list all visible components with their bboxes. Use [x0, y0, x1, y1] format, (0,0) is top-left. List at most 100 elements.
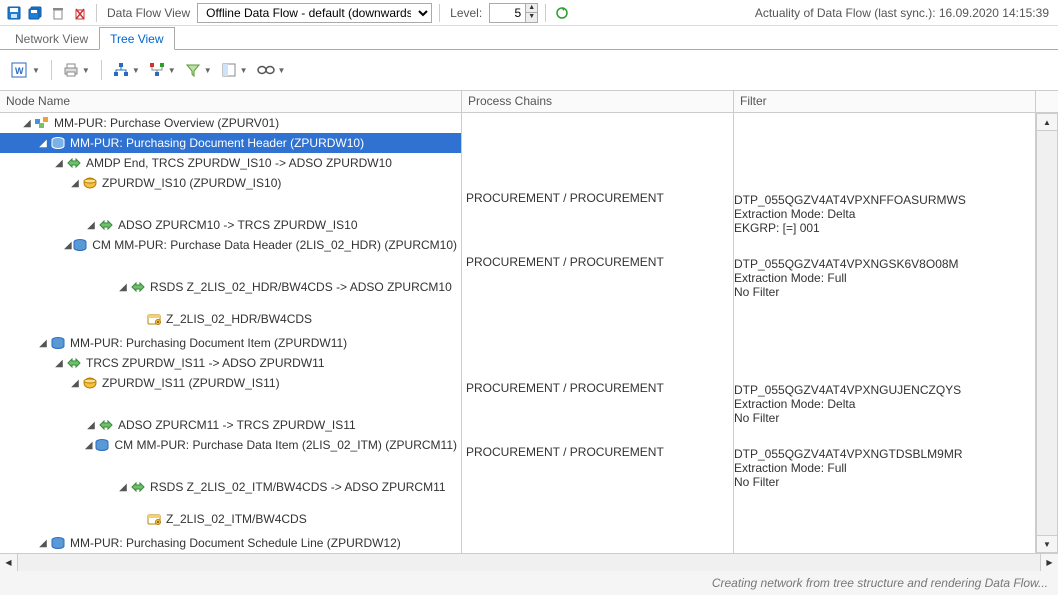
tree-row-label: AMDP End, TRCS ZPURDW_IS10 -> ADSO ZPURD… — [86, 156, 392, 170]
view-select[interactable]: Offline Data Flow - default (downwards) — [197, 3, 432, 23]
filter-cell-line: Extraction Mode: Full — [734, 271, 1035, 285]
refresh-icon[interactable] — [553, 4, 571, 22]
tree-row-label: Z_2LIS_02_ITM/BW4CDS — [166, 512, 307, 526]
tree-row-label: MM-PUR: Purchasing Document Item (ZPURDW… — [70, 336, 347, 350]
vertical-scrollbar[interactable]: ▲ ▼ — [1036, 113, 1058, 553]
column-header-node[interactable]: Node Name — [0, 91, 462, 112]
process-chain-cell: PROCUREMENT / PROCUREMENT — [462, 445, 733, 465]
link-button[interactable]: ▼ — [254, 62, 289, 78]
expander-none — [132, 312, 146, 326]
filter-cell: DTP_055QGZV4AT4VPXNGSK6V8O08MExtraction … — [734, 255, 1035, 299]
infoprov-icon — [34, 115, 50, 131]
filter-cell-line: No Filter — [734, 475, 1035, 489]
tree-row-label: ADSO ZPURCM11 -> TRCS ZPURDW_IS11 — [118, 418, 356, 432]
tree-row-label: RSDS Z_2LIS_02_HDR/BW4CDS -> ADSO ZPURCM… — [150, 280, 452, 294]
expander-open-icon[interactable]: ◢ — [68, 176, 82, 190]
level-input[interactable] — [490, 6, 525, 20]
word-export-button[interactable]: W ▼ — [8, 60, 43, 80]
expander-open-icon[interactable]: ◢ — [36, 536, 50, 550]
expander-open-icon[interactable]: ◢ — [52, 356, 66, 370]
layout-button[interactable]: ▼ — [218, 60, 251, 80]
expander-open-icon[interactable]: ◢ — [83, 438, 95, 452]
expander-open-icon[interactable]: ◢ — [84, 418, 98, 432]
actuality-label: Actuality of Data Flow (last sync.): 16.… — [755, 6, 1053, 20]
save-icon[interactable] — [5, 4, 23, 22]
infosrc-icon — [82, 375, 98, 391]
expander-open-icon[interactable]: ◢ — [52, 156, 66, 170]
expander-open-icon[interactable]: ◢ — [20, 116, 34, 130]
transform-icon — [130, 279, 146, 295]
tree-row[interactable]: ◢MM-PUR: Purchasing Document Header (ZPU… — [0, 133, 461, 153]
filter-cell-line: DTP_055QGZV4AT4VPXNGSK6V8O08M — [734, 257, 1035, 271]
expander-open-icon[interactable]: ◢ — [68, 376, 82, 390]
delete-icon[interactable] — [49, 4, 67, 22]
scroll-up-icon[interactable]: ▲ — [1036, 113, 1058, 131]
transform-icon — [130, 479, 146, 495]
source-icon — [146, 511, 162, 527]
level-spinner[interactable]: ▲ ▼ — [489, 3, 538, 23]
expander-open-icon[interactable]: ◢ — [84, 218, 98, 232]
filter-cell: DTP_055QGZV4AT4VPXNFFOASURMWSExtraction … — [734, 191, 1035, 235]
scroll-right-icon[interactable]: ▶ — [1040, 554, 1058, 571]
expander-open-icon[interactable]: ◢ — [116, 480, 130, 494]
data-flow-view-label: Data Flow View — [104, 6, 193, 20]
level-up-icon[interactable]: ▲ — [525, 4, 537, 13]
tree-row[interactable]: ◢ CM MM-PUR: Purchase Data Item (2LIS_02_… — [0, 435, 461, 455]
hscroll-track[interactable] — [18, 554, 1040, 571]
tree-row[interactable]: ◢TRCS ZPURDW_IS11 -> ADSO ZPURDW11 — [0, 353, 461, 373]
expander-open-icon[interactable]: ◢ — [36, 136, 50, 150]
tree-row[interactable]: ◢ ADSO ZPURCM11 -> TRCS ZPURDW_IS11 — [0, 415, 461, 435]
scroll-left-icon[interactable]: ◀ — [0, 554, 18, 571]
funnel-button[interactable]: ▼ — [182, 60, 215, 80]
filter-cell-line: Extraction Mode: Delta — [734, 207, 1035, 221]
chevron-down-icon: ▼ — [166, 66, 176, 75]
transform-icon — [98, 417, 114, 433]
filter-column: DTP_055QGZV4AT4VPXNFFOASURMWSExtraction … — [734, 113, 1036, 553]
column-header-filter[interactable]: Filter — [734, 91, 1036, 112]
tab-network-view[interactable]: Network View — [4, 27, 99, 50]
hierarchy-alt-button[interactable]: ▼ — [146, 60, 179, 80]
scroll-down-icon[interactable]: ▼ — [1036, 535, 1058, 553]
save-all-icon[interactable] — [27, 4, 45, 22]
tree-row[interactable]: Z_2LIS_02_HDR/BW4CDS — [0, 309, 461, 329]
infosrc-icon — [82, 175, 98, 191]
tree-row[interactable]: ◢MM-PUR: Purchase Overview (ZPURV01) — [0, 113, 461, 133]
tree-row[interactable]: ◢ZPURDW_IS11 (ZPURDW_IS11) — [0, 373, 461, 393]
expander-open-icon[interactable]: ◢ — [36, 336, 50, 350]
print-button[interactable]: ▼ — [60, 60, 93, 80]
tree-row[interactable]: ◢ AMDP End, TRCS ZPURDW_IS10 -> ADSO ZPUR… — [0, 153, 461, 173]
tree-row[interactable]: ◢ MM-PUR: Purchasing Document Item (ZPURD… — [0, 333, 461, 353]
horizontal-scrollbar[interactable]: ◀ ▶ — [0, 553, 1058, 571]
chevron-down-icon: ▼ — [80, 66, 90, 75]
tree-row[interactable]: ◢ZPURDW_IS10 (ZPURDW_IS10) — [0, 173, 461, 193]
tree-column: ◢MM-PUR: Purchase Overview (ZPURV01)◢MM-… — [0, 113, 462, 553]
tree-row-label: RSDS Z_2LIS_02_ITM/BW4CDS -> ADSO ZPURCM… — [150, 480, 446, 494]
tabbar: Network View Tree View — [0, 26, 1058, 50]
filter-cell-line: DTP_055QGZV4AT4VPXNGTDSBLM9MR — [734, 447, 1035, 461]
tab-tree-view[interactable]: Tree View — [99, 27, 174, 50]
filter-cell-line: Extraction Mode: Delta — [734, 397, 1035, 411]
expander-open-icon[interactable]: ◢ — [63, 238, 72, 252]
tree-row-label: MM-PUR: Purchasing Document Schedule Lin… — [70, 536, 401, 550]
adso-blue-icon — [50, 335, 66, 351]
scroll-track[interactable] — [1036, 131, 1058, 535]
expander-open-icon[interactable]: ◢ — [116, 280, 130, 294]
adso-blue-icon — [50, 535, 66, 551]
grid-header: Node Name Process Chains Filter — [0, 91, 1058, 113]
hierarchy-button[interactable]: ▼ — [110, 60, 143, 80]
expander-none — [132, 512, 146, 526]
tree-row[interactable]: ◢CM MM-PUR: Purchase Data Header (2LIS_0… — [0, 235, 461, 255]
level-down-icon[interactable]: ▼ — [525, 13, 537, 22]
tree-row[interactable]: Z_2LIS_02_ITM/BW4CDS — [0, 509, 461, 529]
tree-row[interactable]: ◢ RSDS Z_2LIS_02_ITM/BW4CDS -> ADSO ZPURC… — [0, 477, 461, 497]
tree-row[interactable]: ◢ADSO ZPURCM10 -> TRCS ZPURDW_IS10 — [0, 215, 461, 235]
process-chain-cell: PROCUREMENT / PROCUREMENT — [462, 255, 733, 275]
tree-row[interactable]: ◢ RSDS Z_2LIS_02_HDR/BW4CDS -> ADSO ZPURC… — [0, 277, 461, 297]
transform-icon — [98, 217, 114, 233]
chevron-down-icon: ▼ — [276, 66, 286, 75]
remove-icon[interactable] — [71, 4, 89, 22]
tree-row[interactable]: ◢ MM-PUR: Purchasing Document Schedule Li… — [0, 533, 461, 553]
tree-row-label: CM MM-PUR: Purchase Data Item (2LIS_02_I… — [114, 438, 457, 452]
chevron-down-icon: ▼ — [30, 66, 40, 75]
column-header-process-chains[interactable]: Process Chains — [462, 91, 734, 112]
